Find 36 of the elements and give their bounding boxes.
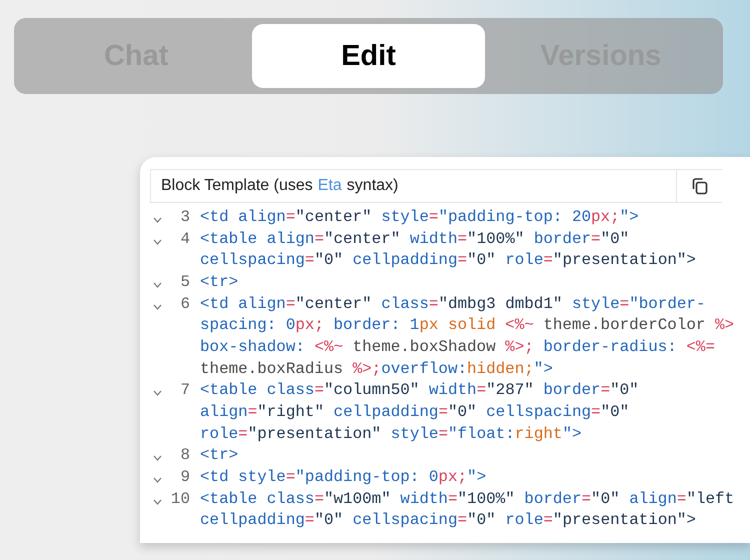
code-line: box-shadow: <%~ theme.boxShadow %>; border-radius: <%= (200, 338, 715, 356)
eta-link[interactable]: Eta (318, 177, 342, 195)
code-line: cellpadding="0" cellspacing="0" role="presentation"> (200, 511, 696, 530)
code-line: align="right" cellpadding="0" cellspacing="0" (200, 403, 630, 422)
chevron-down-icon[interactable] (153, 498, 162, 505)
code-line: <td align="center" class="dmbg3 dmbd1" style="border- (200, 294, 706, 313)
code-line: theme.boxRadius %>;overflow:hidden;"> (200, 360, 553, 378)
chevron-down-icon[interactable] (153, 216, 162, 223)
chevron-down-icon[interactable] (153, 477, 162, 484)
code-line: <td style="padding-top: 0px;"> (200, 468, 486, 486)
chevron-down-icon[interactable] (153, 455, 162, 462)
code-line: cellspacing="0" cellpadding="0" role="presentation"> (200, 251, 696, 270)
code-line: <table class="column50" width="287" border="0" (200, 381, 639, 400)
line-number: 8 (180, 446, 190, 464)
line-number: 3 (180, 208, 190, 226)
line-number: 9 (180, 468, 190, 486)
line-number: 6 (180, 294, 190, 313)
line-number: 4 (180, 230, 190, 248)
tab[interactable]: Edit (252, 24, 485, 88)
chevron-down-icon[interactable] (153, 304, 162, 310)
line-number: 7 (180, 381, 190, 400)
editor-title: Block Template (uses (161, 177, 313, 195)
chevron-down-icon[interactable] (153, 282, 162, 288)
line-number: 5 (180, 272, 190, 291)
chevron-down-icon[interactable] (153, 390, 162, 396)
editor-title-end: syntax) (346, 177, 398, 195)
code-line: <tr> (200, 446, 238, 464)
copy-icon (690, 176, 710, 196)
code-line: <td align="center" style="padding-top: 20px;"> (200, 208, 639, 226)
code-line: spacing: 0px; border: 1px solid <%~ theme.borderColor %> (200, 316, 734, 334)
code-line: <table class="w100m" width="100%" border="0" align="left (200, 490, 734, 508)
chevron-down-icon[interactable] (153, 238, 162, 245)
code-line: <table align="center" width="100%" border="0" (200, 230, 630, 248)
code-line: <tr> (200, 272, 238, 291)
line-number: 10 (170, 490, 190, 508)
code-line: role="presentation" style="float:right"> (200, 424, 582, 443)
